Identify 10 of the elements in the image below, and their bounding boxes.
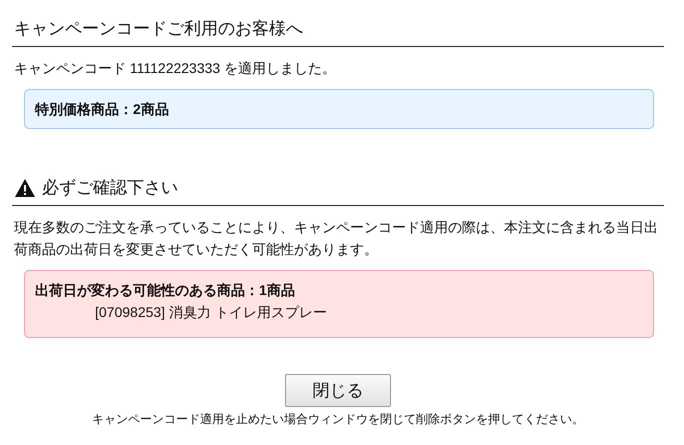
shipping-notice-title: 出荷日が変わる可能性のある商品：1商品 [35,281,296,300]
close-button[interactable]: 閉じる [285,374,391,407]
section-title: 必ずご確認下さい [42,177,178,199]
footnote: キャンペーンコード適用を止めたい場合ウィンドウを閉じて削除ボタンを押してください。 [92,411,584,428]
warning-message: 現在多数のご注文を承っていることにより、キャンペーンコード適用の際は、本注文に含まれる当日出荷商品の出荷日を変更させていただく可能性があります。 [14,218,659,259]
special-price-notice: 特別価格商品：2商品 [24,89,654,129]
applied-message: キャンペンコード 111122223333 を適用しました。 [14,59,338,78]
section-title: キャンペーンコードご利用のお客様へ [14,18,303,40]
warning-icon [14,178,36,198]
product-item: [07098253] 消臭力 トイレ用スプレー [95,304,327,320]
